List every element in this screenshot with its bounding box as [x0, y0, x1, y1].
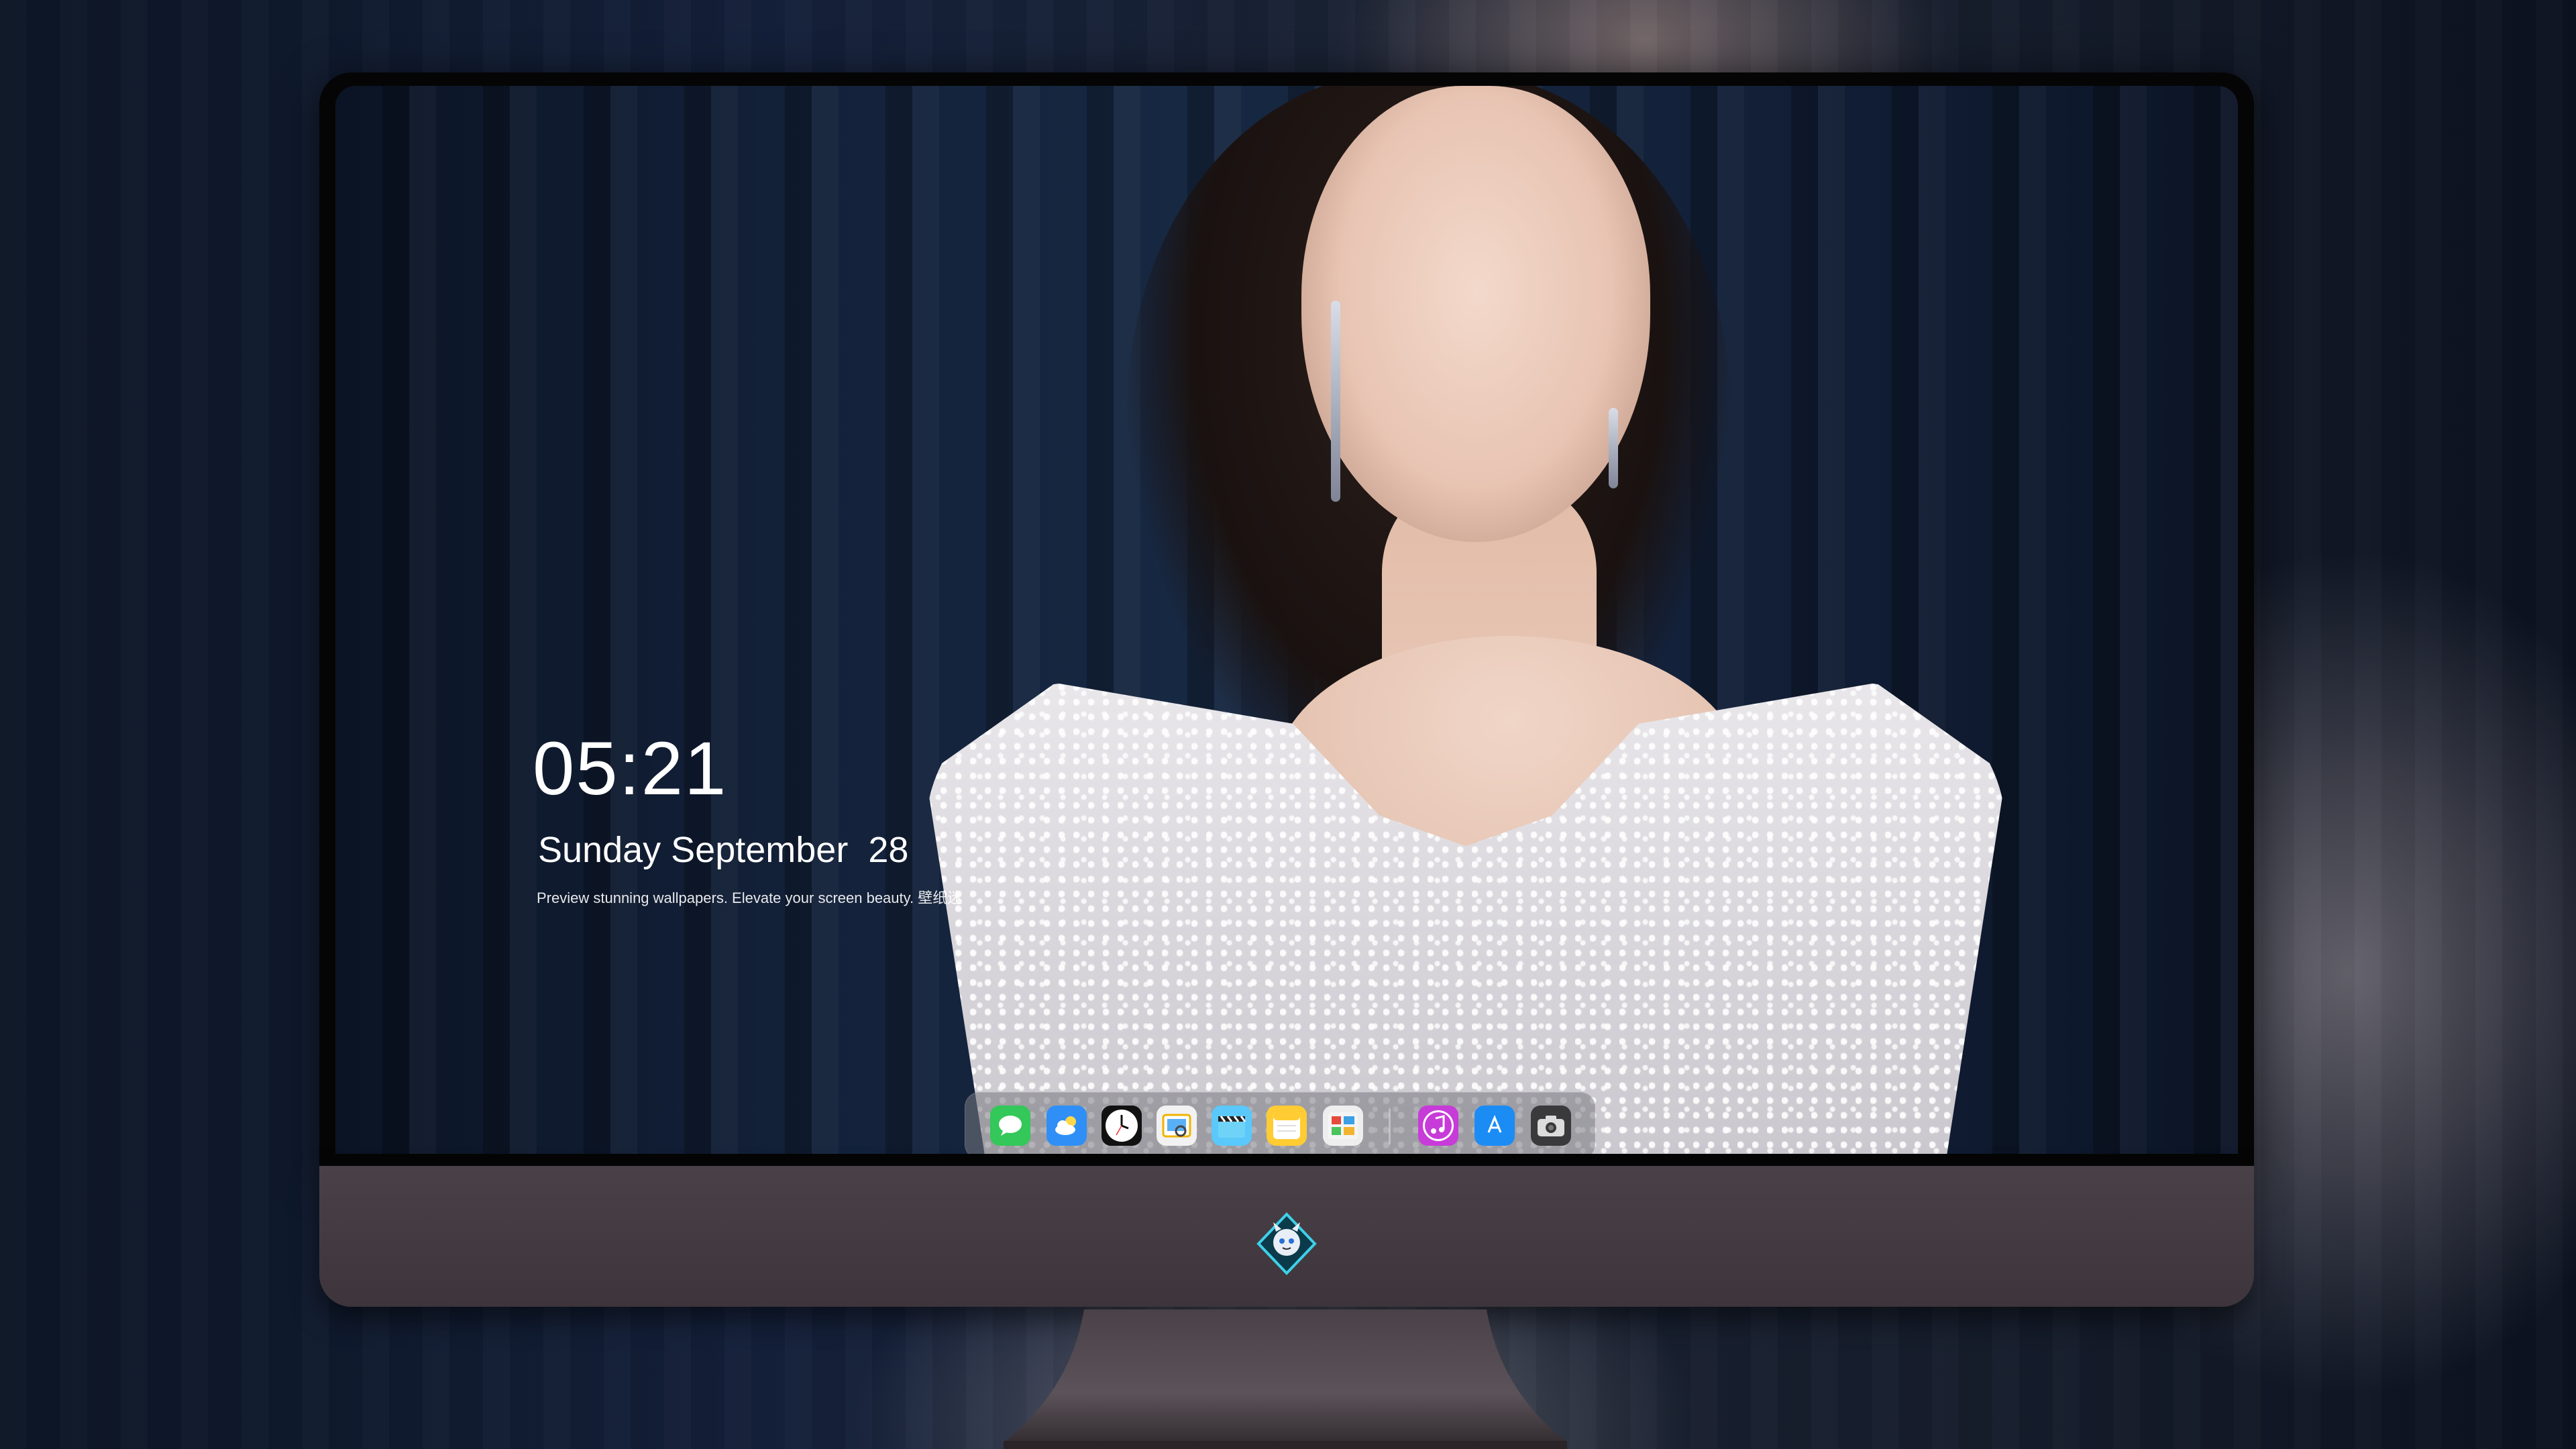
photo-gallery-icon[interactable]: [1323, 1106, 1363, 1146]
desktop-background: 05:21 Sunday September 28 Preview stunni…: [0, 0, 2576, 1449]
monitor-stand: [990, 1309, 1580, 1449]
dock-separator: [1389, 1108, 1391, 1144]
monitor-bezel: 05:21 Sunday September 28 Preview stunni…: [319, 72, 2254, 1173]
wallpaper-screen: 05:21 Sunday September 28 Preview stunni…: [335, 86, 2238, 1154]
lock-clock: 05:21: [533, 727, 728, 810]
messages-icon[interactable]: [990, 1106, 1030, 1146]
monitor: 05:21 Sunday September 28 Preview stunni…: [319, 72, 2254, 1309]
app-store-icon[interactable]: [1474, 1106, 1515, 1146]
notes-icon[interactable]: [1267, 1106, 1307, 1146]
clock-icon[interactable]: [1102, 1106, 1142, 1146]
camera-icon[interactable]: [1531, 1106, 1571, 1146]
wallpaper-figure-face: [1301, 86, 1650, 542]
lock-date-weekday-month: Sunday September: [538, 830, 849, 870]
dock: [965, 1092, 1595, 1154]
music-icon[interactable]: [1418, 1106, 1458, 1146]
weather-icon[interactable]: [1046, 1106, 1087, 1146]
earring-left: [1331, 301, 1340, 502]
lock-tagline: Preview stunning wallpapers. Elevate you…: [537, 890, 963, 906]
lock-date: Sunday September 28: [538, 832, 908, 868]
clapperboard-icon[interactable]: [1212, 1106, 1252, 1146]
earring-right: [1609, 408, 1618, 488]
lock-date-day: 28: [868, 830, 909, 870]
mascot-logo-icon: [1254, 1212, 1319, 1276]
preview-icon[interactable]: [1157, 1106, 1197, 1146]
